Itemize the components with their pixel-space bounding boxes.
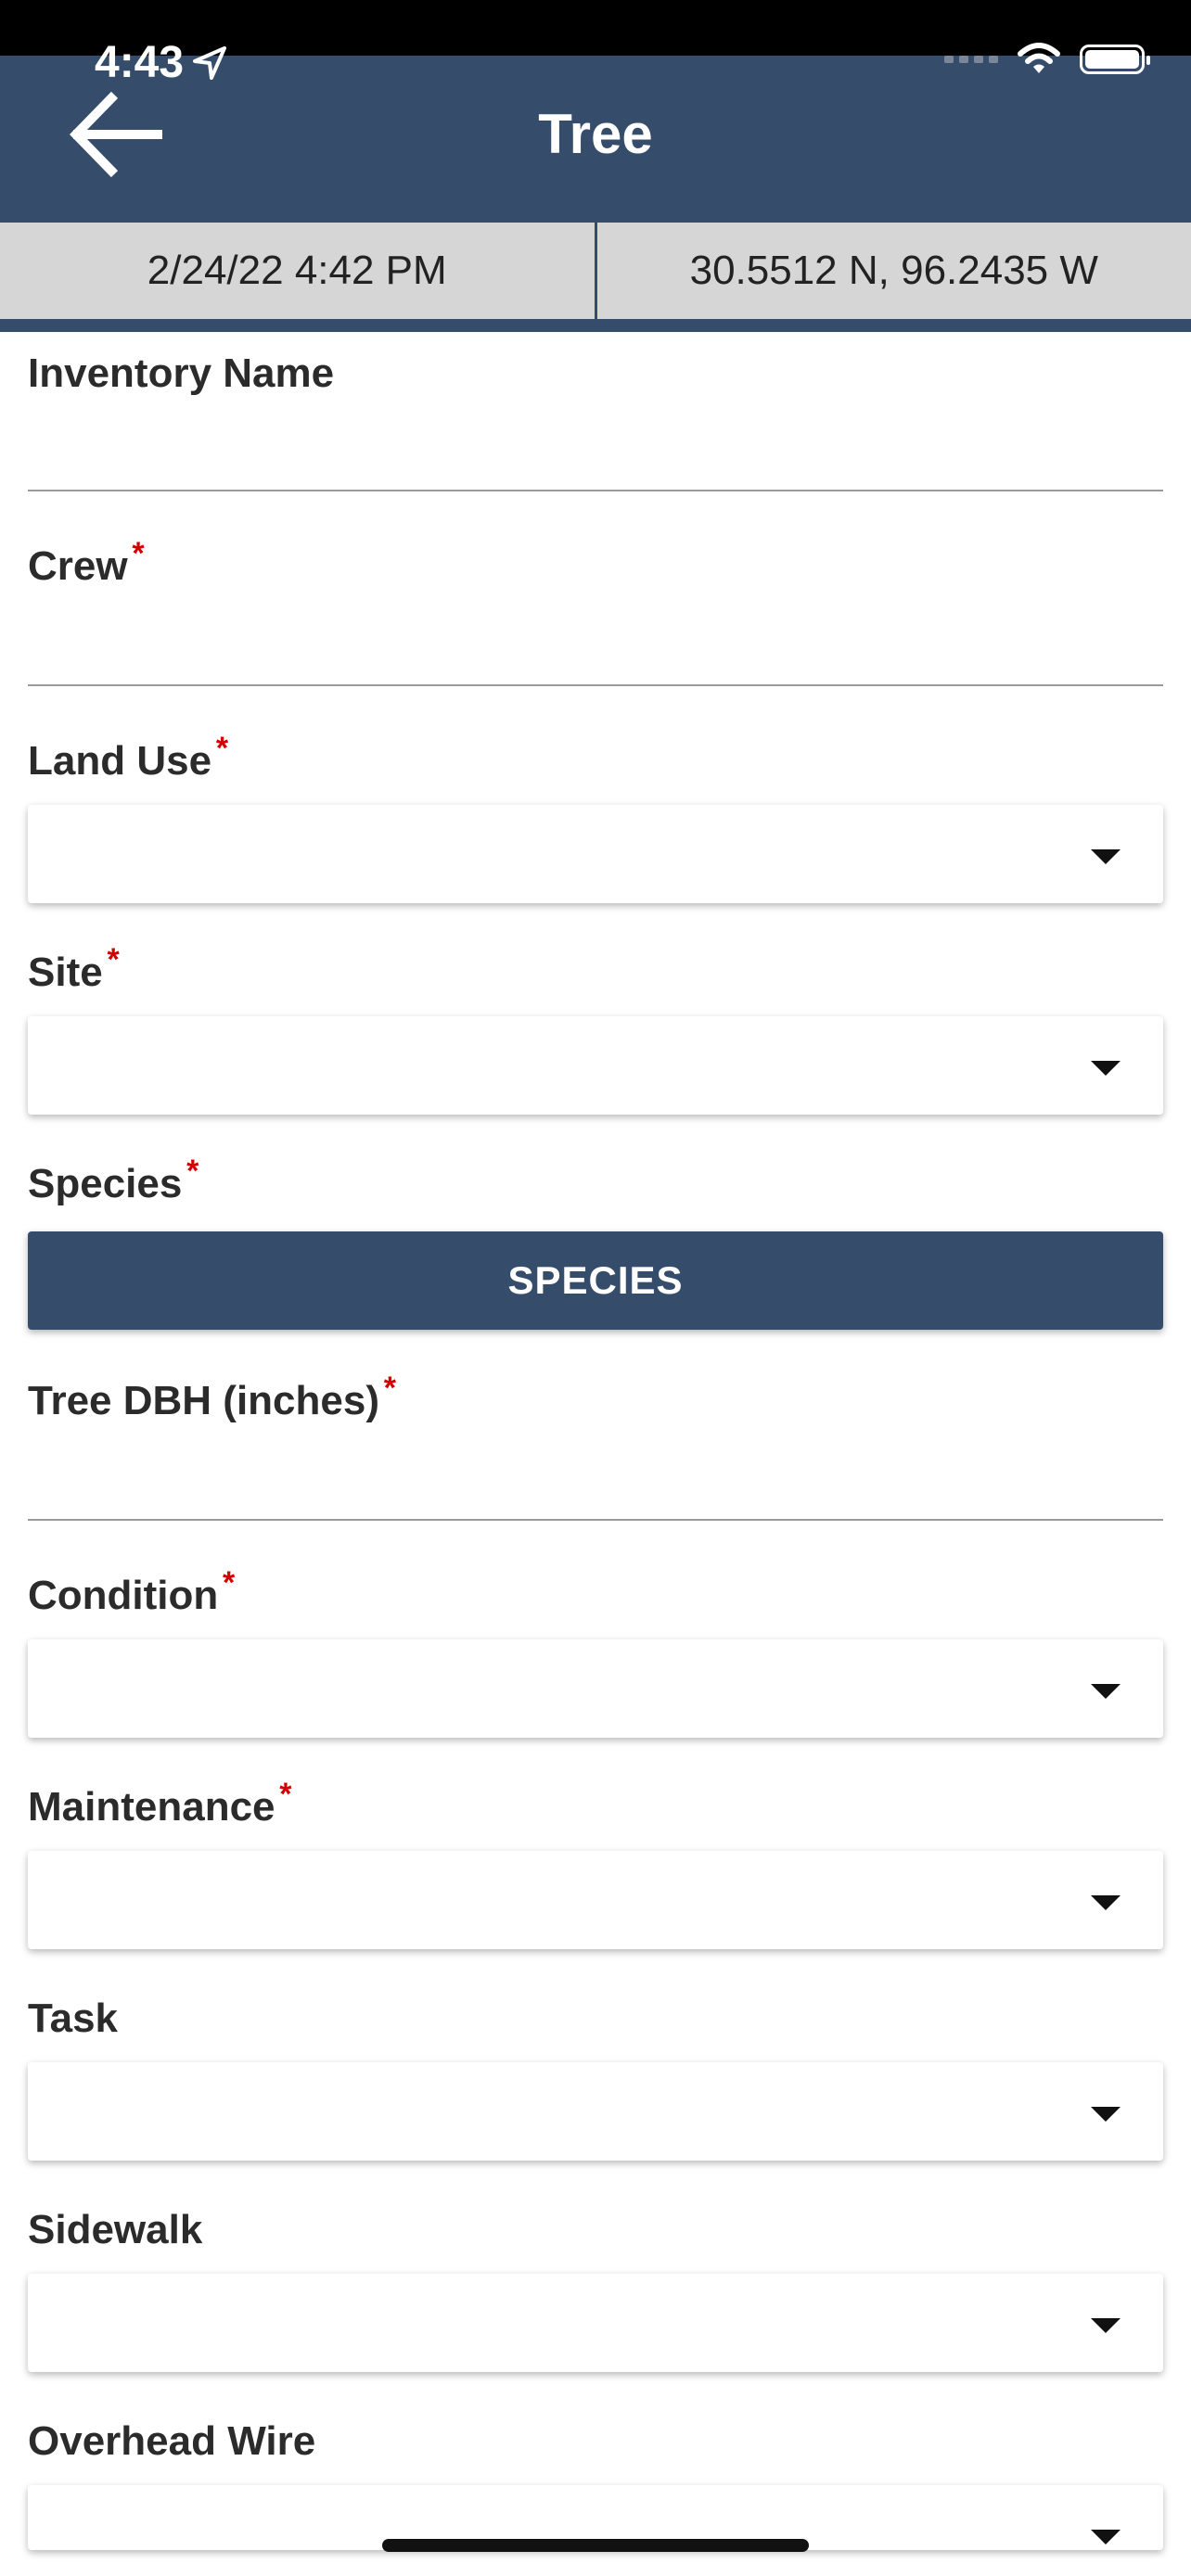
app-header: 4:43 Tree [0, 38, 1191, 223]
species-label: Species * [28, 1154, 198, 1207]
site-label: Site * [28, 942, 120, 996]
sidewalk-label: Sidewalk [28, 2207, 203, 2252]
page-title: Tree [538, 103, 653, 165]
crew-underline [28, 684, 1163, 686]
caret-down-icon [1091, 2318, 1121, 2333]
overhead-wire-label: Overhead Wire [28, 2418, 316, 2464]
required-marker: * [383, 1371, 396, 1406]
tree-dbh-field[interactable] [28, 1445, 1163, 1519]
coordinates-display: 30.5512 N, 96.2435 W [689, 248, 1098, 293]
home-indicator[interactable] [382, 2539, 809, 2552]
land-use-label: Land Use * [28, 731, 228, 784]
status-time: 4:43 [95, 37, 228, 88]
condition-label-text: Condition [28, 1573, 219, 1618]
required-marker: * [223, 1565, 236, 1600]
inventory-name-label: Inventory Name [28, 351, 335, 396]
tree-dbh-underline [28, 1519, 1163, 1521]
site-label-text: Site [28, 950, 103, 995]
caret-down-icon [1091, 1684, 1121, 1699]
battery-icon [1080, 45, 1150, 74]
crew-label: Crew * [28, 536, 145, 590]
info-bar-border [0, 319, 1191, 332]
task-dropdown[interactable] [28, 2062, 1163, 2161]
land-use-label-text: Land Use [28, 738, 212, 784]
cellular-signal-icon [944, 56, 998, 63]
tree-dbh-label: Tree DBH (inches) * [28, 1371, 396, 1424]
crew-field[interactable] [28, 610, 1163, 684]
required-marker: * [107, 942, 120, 977]
maintenance-label-text: Maintenance [28, 1784, 275, 1830]
required-marker: * [132, 536, 145, 571]
caret-down-icon [1091, 2530, 1121, 2544]
species-label-text: Species [28, 1161, 183, 1206]
caret-down-icon [1091, 1061, 1121, 1076]
sidewalk-dropdown[interactable] [28, 2274, 1163, 2372]
inventory-name-field[interactable] [28, 415, 1163, 490]
maintenance-dropdown[interactable] [28, 1851, 1163, 1949]
inventory-name-underline [28, 490, 1163, 491]
status-icons [944, 43, 1150, 76]
caret-down-icon [1091, 2107, 1121, 2122]
land-use-dropdown[interactable] [28, 805, 1163, 903]
info-bar: 2/24/22 4:42 PM 30.5512 N, 96.2435 W [0, 223, 1191, 319]
maintenance-label: Maintenance * [28, 1777, 292, 1830]
status-time-text: 4:43 [95, 38, 185, 87]
required-marker: * [279, 1777, 292, 1812]
caret-down-icon [1091, 849, 1121, 864]
task-label: Task [28, 1996, 119, 2041]
datetime-display: 2/24/22 4:42 PM [147, 248, 447, 293]
caret-down-icon [1091, 1895, 1121, 1910]
tree-dbh-label-text: Tree DBH (inches) [28, 1378, 379, 1423]
required-marker: * [215, 731, 229, 766]
site-dropdown[interactable] [28, 1016, 1163, 1115]
wifi-icon [1018, 43, 1060, 73]
condition-dropdown[interactable] [28, 1639, 1163, 1738]
location-arrow-icon [193, 45, 227, 80]
condition-label: Condition * [28, 1565, 235, 1619]
crew-label-text: Crew [28, 543, 128, 589]
required-marker: * [186, 1154, 199, 1189]
species-button[interactable]: SPECIES [28, 1231, 1163, 1330]
